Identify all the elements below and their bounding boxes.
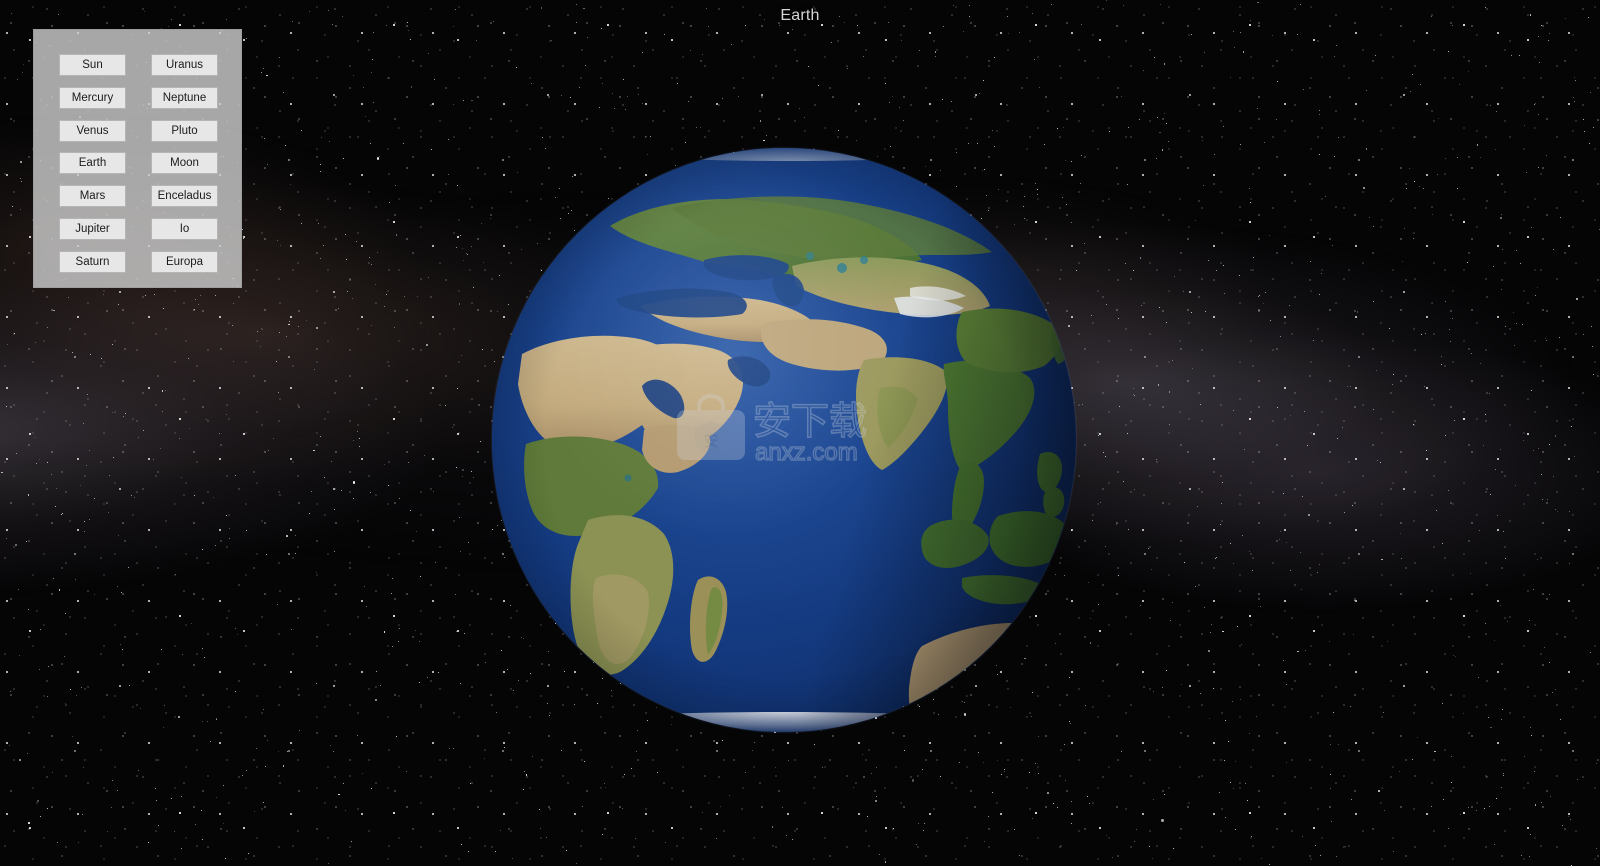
planet-button-uranus[interactable]: Uranus	[151, 54, 218, 76]
planet-button-saturn[interactable]: Saturn	[59, 250, 126, 273]
planet-button-neptune[interactable]: Neptune	[151, 86, 218, 109]
earth-globe[interactable]	[492, 148, 1076, 732]
planet-viewport[interactable]	[492, 148, 1076, 732]
planet-button-pluto[interactable]: Pluto	[151, 119, 218, 142]
planet-button-enceladus[interactable]: Enceladus	[151, 185, 218, 208]
page-title: Earth	[780, 7, 820, 24]
panel-button-grid: Sun Mercury Venus Earth Mars Jupiter Saturn Ura…	[34, 30, 241, 287]
planet-button-moon[interactable]: Moon	[151, 152, 218, 175]
planet-button-earth[interactable]: Earth	[59, 152, 126, 175]
planet-button-mars[interactable]: Mars	[59, 185, 126, 208]
planet-button-io[interactable]: Io	[151, 218, 218, 240]
planet-button-mercury[interactable]: Mercury	[59, 86, 126, 109]
planet-button-europa[interactable]: Europa	[151, 250, 218, 273]
landmass-layer	[518, 196, 1076, 732]
application-window: Earth 安 安下载 anxz.com Sun Mercury Venus E…	[0, 0, 1600, 866]
planet-selector-panel[interactable]: Sun Mercury Venus Earth Mars Jupiter Saturn Ura…	[33, 29, 242, 288]
planet-button-jupiter[interactable]: Jupiter	[59, 218, 126, 240]
planet-button-sun[interactable]: Sun	[59, 54, 126, 76]
planet-button-venus[interactable]: Venus	[59, 119, 126, 142]
